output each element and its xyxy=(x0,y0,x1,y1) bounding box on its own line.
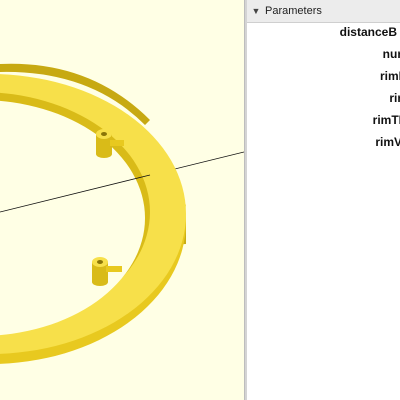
triangle-down-icon[interactable]: ▼ xyxy=(247,6,265,16)
param-label: rimTI xyxy=(372,113,400,127)
parameters-panel: ▼ Parameters distanceB nur rimI rir rimT… xyxy=(247,0,400,400)
param-label: rimV xyxy=(375,135,400,149)
viewport-canvas[interactable] xyxy=(0,0,244,400)
3d-viewport[interactable] xyxy=(0,0,244,400)
param-label: distanceB xyxy=(339,25,397,39)
param-label: nur xyxy=(382,47,400,61)
param-label: rimI xyxy=(379,69,400,83)
param-label: rir xyxy=(389,91,400,105)
parameters-header[interactable]: ▼ Parameters xyxy=(247,0,400,23)
parameters-title: Parameters xyxy=(265,5,322,17)
